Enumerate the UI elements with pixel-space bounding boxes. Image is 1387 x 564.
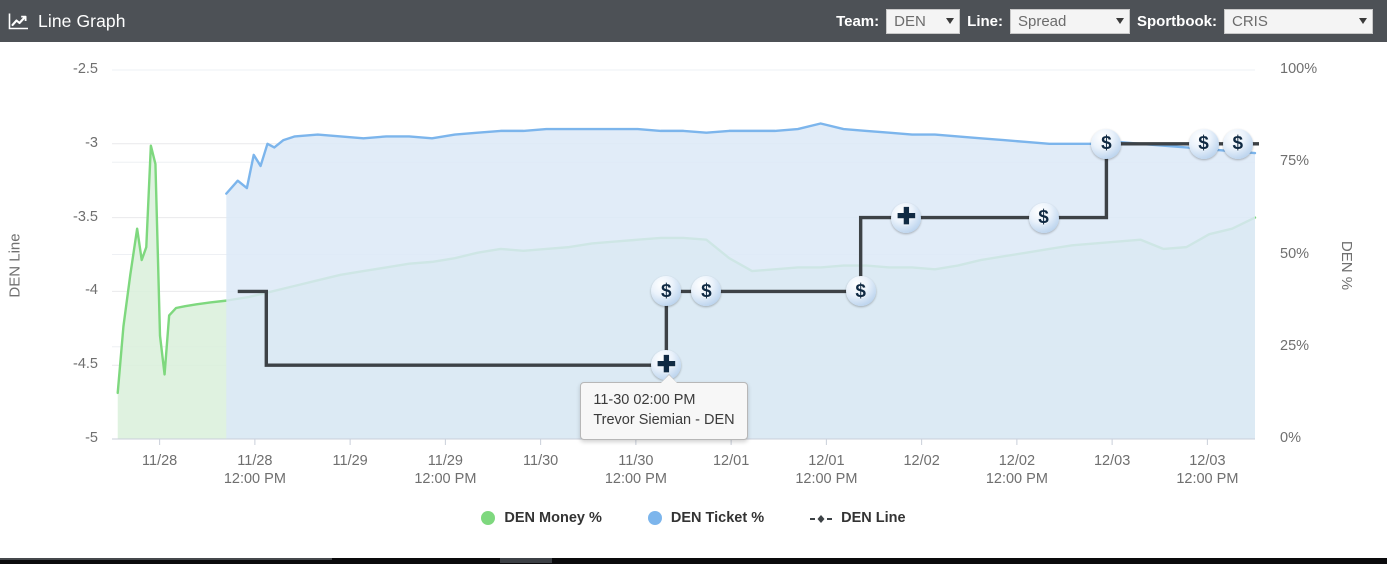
tooltip-time: 11-30 02:00 PM: [593, 392, 696, 409]
y-axis-tick-label: -3.5: [73, 208, 98, 225]
x-axis-tick-label: 12/03 12:00 PM: [1152, 452, 1262, 488]
legend-swatch-circle: [647, 511, 662, 525]
legend-label: DEN Ticket %: [670, 510, 765, 526]
legend-item-den-ticket[interactable]: DEN Ticket %: [647, 510, 765, 526]
x-tick-date: 12/03: [1093, 453, 1131, 469]
legend-swatch-dashed-diamond: [810, 512, 833, 524]
line-dropdown[interactable]: Spread: [1010, 8, 1130, 34]
chart-legend: DEN Money % DEN Ticket % DEN Line: [0, 510, 1387, 526]
chevron-down-icon: [1359, 18, 1367, 24]
x-axis-tick-label: 11/28 12:00 PM: [200, 452, 310, 488]
chart-canvas: [112, 69, 1259, 445]
tooltip-detail: Trevor Siemian - DEN: [593, 412, 735, 429]
sportbook-dropdown-value: CRIS: [1232, 12, 1268, 30]
x-axis-tick-label: 11/28: [105, 452, 215, 470]
x-tick-date: 11/29: [427, 453, 463, 469]
x-tick-time: 12:00 PM: [1176, 471, 1239, 487]
x-axis-tick-label: 12/01: [676, 452, 786, 470]
team-dropdown-value: DEN: [894, 12, 926, 30]
line-graph-icon: [8, 12, 29, 31]
y-axis-tick-label: -4.5: [73, 356, 98, 373]
dollar-icon: $: [1232, 133, 1244, 155]
x-tick-date: 12/01: [808, 453, 845, 469]
y2-axis-tick-label: 75%: [1280, 153, 1310, 170]
dollar-icon: $: [701, 280, 712, 302]
x-axis-tick-label: 11/30 12:00 PM: [581, 452, 691, 488]
x-tick-date: 12/01: [712, 453, 750, 469]
x-tick-date: 11/28: [237, 453, 273, 469]
plus-icon: ✚: [896, 203, 917, 230]
chart-area: DEN Line DEN % -2.5 -3 -3.5 -4 -4.5 -5 100% 75%…: [0, 42, 1387, 564]
x-tick-time: 12:00 PM: [985, 471, 1048, 487]
team-label: Team:: [836, 12, 880, 30]
marker-dollar[interactable]: $: [1091, 128, 1122, 159]
legend-label: DEN Line: [841, 510, 906, 526]
y-axis-tick-label: -3: [85, 134, 98, 151]
line-graph-widget: Line Graph Team: DEN Line: Spread Sportb…: [0, 0, 1387, 564]
x-tick-date: 12/02: [998, 453, 1036, 469]
dollar-icon: $: [1198, 133, 1209, 155]
x-tick-date: 12/02: [903, 453, 940, 469]
marker-dollar[interactable]: $: [1028, 202, 1059, 233]
header-controls: Team: DEN Line: Spread Sportbook: CRIS: [836, 8, 1373, 34]
legend-swatch-circle: [481, 511, 496, 525]
x-tick-date: 12/03: [1189, 453, 1226, 469]
widget-header: Line Graph Team: DEN Line: Spread Sportb…: [0, 0, 1387, 42]
page-title: Line Graph: [38, 10, 126, 31]
x-axis-tick-label: 12/02 12:00 PM: [962, 452, 1072, 488]
x-tick-date: 11/30: [523, 453, 559, 469]
bottom-strip-segment: [0, 558, 332, 560]
x-axis-tick-label: 11/29: [295, 452, 405, 470]
chevron-down-icon: [1116, 18, 1124, 24]
y2-axis-tick-label: 25%: [1280, 337, 1310, 354]
y2-axis-tick-label: 0%: [1280, 430, 1301, 446]
dollar-icon: $: [1038, 207, 1049, 229]
x-tick-time: 12:00 PM: [604, 471, 667, 487]
chevron-down-icon: [946, 18, 955, 24]
dollar-icon: $: [855, 280, 866, 302]
dollar-icon: $: [1101, 133, 1112, 155]
legend-label: DEN Money %: [504, 510, 602, 526]
bottom-strip: [0, 558, 1387, 564]
sportbook-dropdown[interactable]: CRIS: [1224, 8, 1373, 34]
x-tick-date: 11/30: [618, 453, 654, 469]
line-dropdown-value: Spread: [1018, 12, 1067, 30]
header-left: Line Graph: [8, 11, 126, 32]
line-label: Line:: [967, 12, 1003, 30]
legend-item-den-money[interactable]: DEN Money %: [481, 510, 602, 526]
marker-dollar[interactable]: $: [845, 276, 876, 307]
x-tick-date: 11/28: [142, 453, 178, 469]
x-tick-time: 12:00 PM: [414, 471, 477, 487]
y-axis-title: DEN Line: [6, 233, 24, 298]
chart-tooltip: 11-30 02:00 PM Trevor Siemian - DEN: [580, 374, 748, 441]
y-axis-tick-label: -4: [85, 282, 98, 299]
y-axis-tick-label: -5: [85, 430, 98, 446]
marker-dollar[interactable]: $: [1188, 128, 1219, 159]
y2-axis-tick-label: 100%: [1280, 61, 1318, 77]
sportbook-label: Sportbook:: [1137, 12, 1217, 30]
x-axis-tick-label: 12/02: [867, 452, 977, 470]
x-tick-date: 11/29: [332, 453, 368, 469]
x-tick-time: 12:00 PM: [223, 471, 286, 487]
x-axis-tick-label: 11/29 12:00 PM: [390, 452, 500, 488]
dollar-icon: $: [661, 280, 672, 302]
y2-axis-tick-label: 50%: [1280, 245, 1310, 262]
legend-item-den-line[interactable]: DEN Line: [810, 510, 906, 526]
x-axis-tick-label: 11/30: [486, 452, 596, 470]
marker-plus[interactable]: ✚: [891, 202, 922, 233]
team-dropdown[interactable]: DEN: [886, 8, 961, 34]
bottom-strip-segment: [500, 558, 552, 563]
x-axis-tick-label: 12/01 12:00 PM: [771, 452, 881, 488]
x-axis-tick-label: 12/03: [1057, 452, 1167, 470]
plus-icon: ✚: [656, 350, 676, 377]
y-axis-tick-label: -2.5: [73, 61, 98, 77]
marker-dollar[interactable]: $: [1222, 128, 1253, 159]
x-tick-time: 12:00 PM: [795, 471, 858, 487]
